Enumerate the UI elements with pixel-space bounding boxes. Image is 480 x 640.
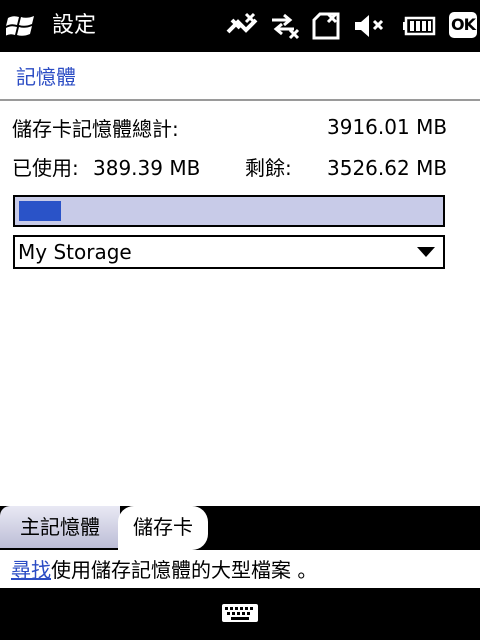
footer-description: 使用儲存記憶體的大型檔案 。 (51, 558, 318, 582)
tab-main-memory[interactable]: 主記憶體 (0, 506, 120, 548)
content-area: 記憶體 儲存卡記憶體總計: 3916.01 MB 已使用: 389.39 MB … (0, 52, 480, 506)
chevron-down-icon[interactable] (417, 247, 435, 257)
phone-off-icon[interactable] (224, 12, 260, 40)
title-bar: 設定 OK (0, 0, 480, 52)
windows-start-icon[interactable] (6, 12, 36, 40)
battery-icon[interactable] (402, 12, 438, 40)
total-label: 儲存卡記憶體總計: (12, 117, 179, 141)
tab-bar: 主記憶體 儲存卡 (0, 506, 480, 550)
header-divider (0, 99, 480, 101)
tab-storage-card[interactable]: 儲存卡 (118, 506, 208, 550)
volume-mute-icon[interactable] (352, 12, 386, 40)
total-value: 3916.01 MB (327, 115, 448, 139)
ok-button[interactable]: OK (449, 12, 477, 38)
storage-usage-fill (19, 201, 61, 221)
used-label: 已使用: (12, 156, 79, 180)
storage-usage-bar (13, 195, 445, 227)
free-value: 3526.62 MB (327, 156, 448, 180)
softkey-bar (0, 588, 480, 640)
footer-text: 尋找使用儲存記憶體的大型檔案 。 (11, 557, 317, 583)
free-label: 剩餘: (245, 156, 292, 180)
storage-select[interactable]: My Storage (13, 235, 445, 269)
no-sim-icon[interactable] (310, 12, 344, 40)
data-connection-icon[interactable] (268, 12, 302, 40)
find-link[interactable]: 尋找 (11, 558, 51, 582)
keyboard-icon[interactable] (221, 600, 259, 626)
page-title: 記憶體 (16, 65, 76, 89)
app-title: 設定 (52, 13, 97, 38)
used-value: 389.39 MB (93, 156, 201, 180)
footer-hint: 尋找使用儲存記憶體的大型檔案 。 (0, 550, 480, 588)
storage-select-value: My Storage (18, 240, 132, 264)
